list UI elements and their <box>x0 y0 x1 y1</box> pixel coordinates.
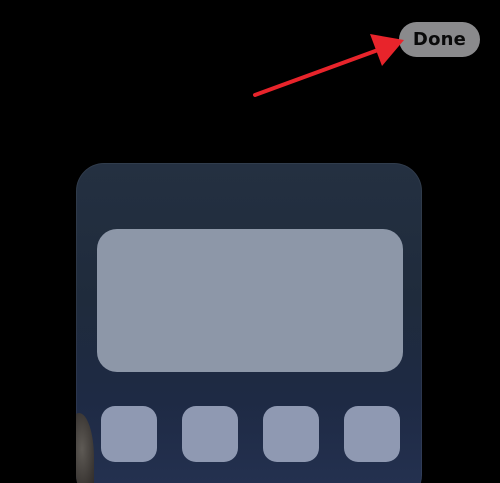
app-icon-placeholder <box>263 406 319 462</box>
app-icon-placeholder <box>101 406 157 462</box>
app-icon-placeholder <box>344 406 400 462</box>
widget-placeholder <box>97 229 403 372</box>
app-icon-placeholder <box>182 406 238 462</box>
done-button[interactable]: Done <box>399 22 480 57</box>
home-screen-preview[interactable] <box>76 163 422 483</box>
wallpaper-figure <box>76 413 94 483</box>
home-screen-edit-view: Done <box>0 0 500 483</box>
annotation-arrow-shaft <box>253 48 380 97</box>
